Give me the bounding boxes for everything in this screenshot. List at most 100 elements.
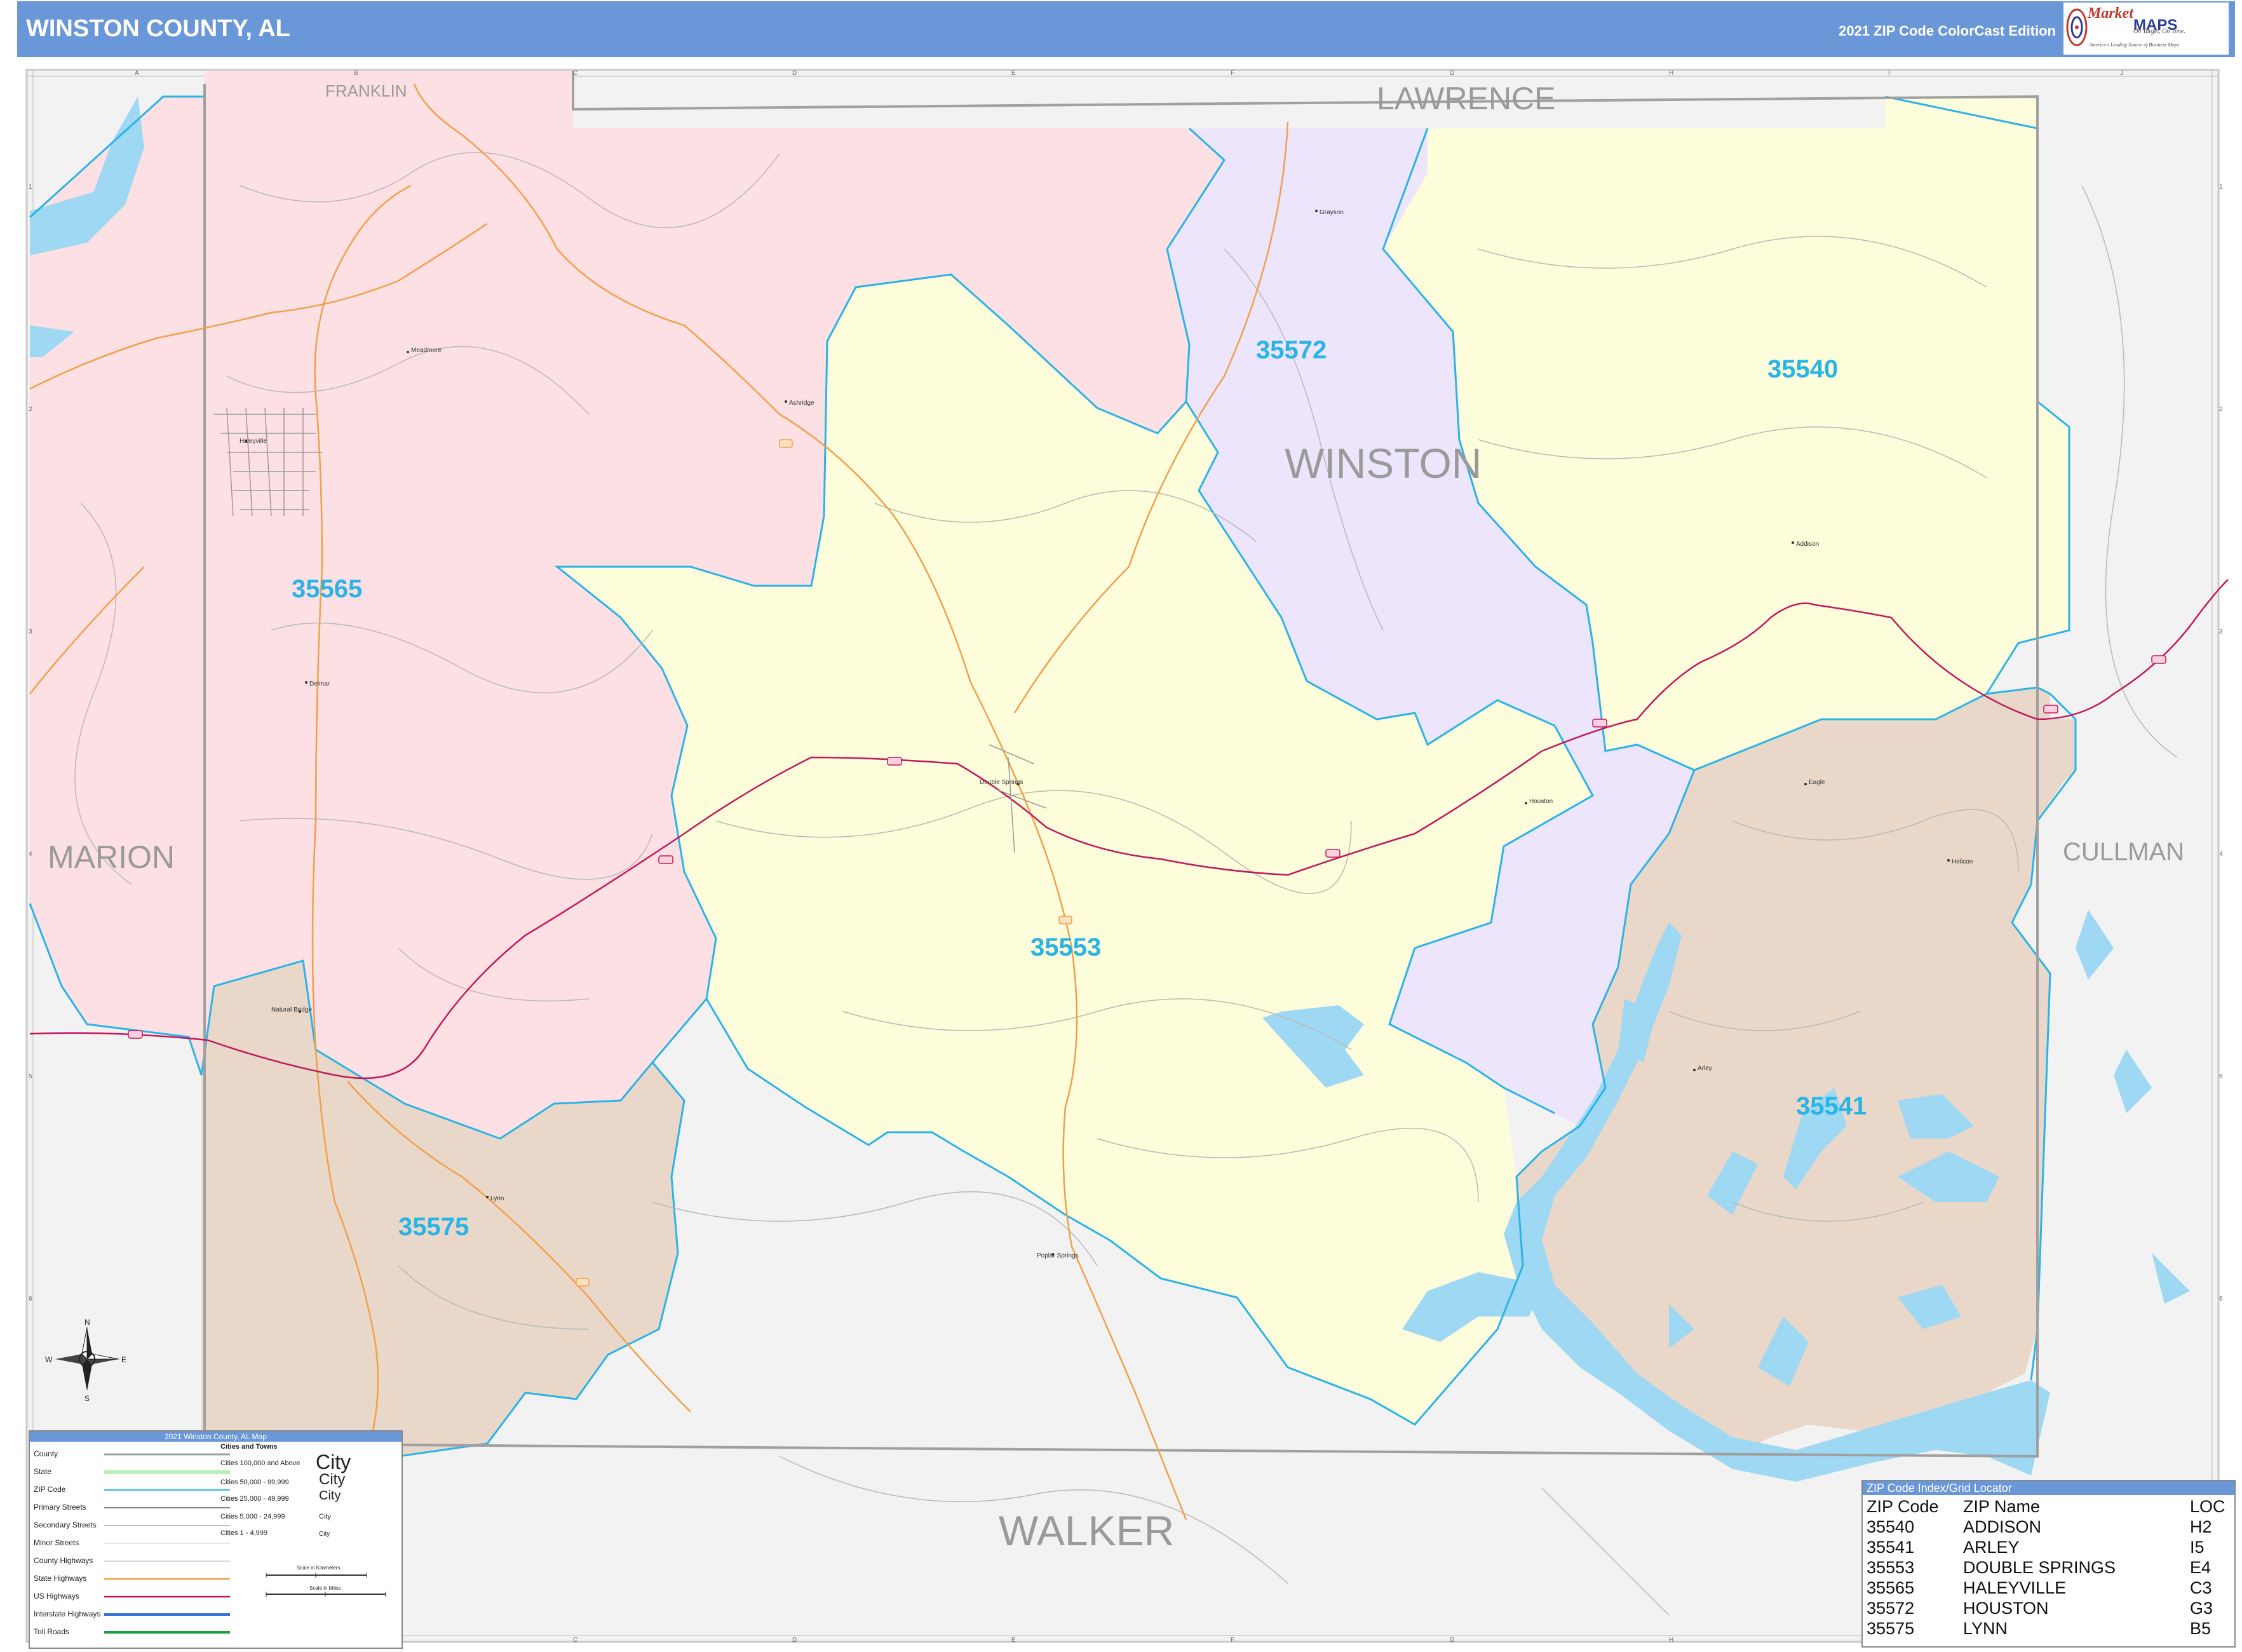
- zip-index-title: ZIP Code Index/Grid Locator: [1863, 1481, 2234, 1495]
- grid-row-left: 2: [29, 406, 32, 413]
- zip-name-cell: DOUBLE SPRINGS: [1963, 1558, 2116, 1577]
- edition-label: 2021 ZIP Code ColorCast Edition: [1839, 23, 2056, 39]
- legend-line-samples: [104, 1453, 230, 1634]
- zip-label-35541: 35541: [1796, 1092, 1867, 1120]
- legend-title: 2021 Winston County, AL Map: [30, 1432, 402, 1442]
- zip-code-cell: 35572: [1867, 1599, 1915, 1618]
- zip-name-cell: ARLEY: [1963, 1538, 2020, 1557]
- grid-col-top: H: [1669, 70, 1673, 77]
- place-addison: Addison: [1796, 541, 1819, 548]
- grid-col-bottom: F: [1231, 1637, 1234, 1644]
- county-label-winston: WINSTON: [1285, 440, 1482, 487]
- grid-row-left: 5: [29, 1073, 32, 1080]
- legend-city-sample: City: [319, 1531, 330, 1538]
- legend-city-tier: Cities 50,000 - 99,999: [220, 1479, 289, 1486]
- legend-item: ZIP Code: [34, 1485, 66, 1494]
- zip-label-35575: 35575: [398, 1213, 469, 1241]
- zip-index-row: 35575 LYNN B5: [1867, 1618, 2228, 1639]
- grid-row-right: 3: [2219, 628, 2223, 635]
- map-area[interactable]: A B C D E F G H I J A B C D E F G H I J …: [17, 58, 2235, 1652]
- zip-code-cell: 35540: [1867, 1517, 1915, 1536]
- zip-index-header: LOC: [2190, 1497, 2225, 1516]
- logo-slogan: On Target, On Time.: [2133, 28, 2185, 35]
- grid-row-left: 3: [29, 628, 32, 635]
- zip-code-index: ZIP Code Index/Grid Locator ZIP Code ZIP…: [1861, 1480, 2236, 1648]
- header-bar: WINSTON COUNTY, AL 2021 ZIP Code ColorCa…: [17, 1, 2235, 57]
- compass-w: W: [45, 1355, 53, 1364]
- zip-name-cell: ADDISON: [1963, 1517, 2042, 1536]
- zip-code-cell: 35575: [1867, 1619, 1915, 1638]
- grid-col-top: J: [2120, 70, 2123, 77]
- grid-row-right: 5: [2219, 1073, 2223, 1080]
- zip-index-header: ZIP Code: [1867, 1497, 1939, 1516]
- zip-code-cell: 35565: [1867, 1578, 1915, 1597]
- legend-scale-km: Scale in Kilometers: [297, 1565, 341, 1571]
- legend-item: County Highways: [34, 1556, 93, 1565]
- place-houston: Houston: [1529, 798, 1553, 805]
- grid-col-top: A: [135, 70, 139, 77]
- compass-e: E: [121, 1355, 126, 1364]
- place-meadmore: Meadmore: [411, 347, 442, 354]
- county-label-cullman: CULLMAN: [2063, 838, 2184, 866]
- place-helicon: Helicon: [1952, 858, 1973, 865]
- legend-city-tier: Cities 5,000 - 24,999: [220, 1513, 285, 1520]
- county-label-marion: MARION: [48, 839, 175, 875]
- grid-col-bottom: H: [1669, 1637, 1673, 1644]
- zip-loc-cell: B5: [2190, 1619, 2212, 1638]
- grid-col-top: G: [1450, 70, 1455, 77]
- zip-loc-cell: I5: [2190, 1538, 2205, 1557]
- compass-s: S: [84, 1394, 90, 1403]
- zip-index-table: ZIP Code ZIP Name LOC 35540 ADDISON H2 3…: [1867, 1496, 2228, 1639]
- county-map[interactable]: A B C D E F G H I J A B C D E F G H I J …: [17, 58, 2235, 1652]
- legend-city-tier: Cities 25,000 - 49,999: [220, 1495, 289, 1503]
- zip-name-cell: HALEYVILLE: [1963, 1578, 2067, 1597]
- legend-item: State Highways: [34, 1574, 87, 1583]
- logo-brand-text: Market: [2088, 5, 2133, 22]
- grid-col-bottom: G: [1450, 1637, 1455, 1644]
- zip-loc-cell: H2: [2190, 1517, 2212, 1536]
- zip-name-cell: LYNN: [1963, 1619, 2008, 1638]
- zip-loc-cell: E4: [2190, 1558, 2212, 1577]
- grid-row-right: 4: [2219, 851, 2223, 858]
- grid-col-top: B: [354, 70, 358, 77]
- grid-row-right: 2: [2219, 406, 2223, 413]
- zip-name-cell: HOUSTON: [1963, 1599, 2049, 1618]
- zip-index-header: ZIP Name: [1963, 1497, 2041, 1516]
- grid-col-top: D: [792, 70, 797, 77]
- zip-code-cell: 35553: [1867, 1558, 1915, 1577]
- grid-col-bottom: E: [1011, 1637, 1016, 1644]
- place-lynn: Lynn: [490, 1195, 504, 1202]
- grid-col-top: F: [1231, 70, 1234, 77]
- legend-item: Toll Roads: [34, 1627, 70, 1636]
- zip-loc-cell: C3: [2190, 1578, 2212, 1597]
- legend-city-sample: City: [319, 1489, 341, 1503]
- legend-item: Secondary Streets: [34, 1520, 97, 1529]
- legend-cities-heading: Cities and Towns: [220, 1443, 278, 1451]
- place-haleyville: Haleyville: [240, 438, 267, 445]
- grid-col-top: I: [1888, 70, 1890, 77]
- target-logo-icon: [2066, 8, 2088, 46]
- legend-item: US Highways: [34, 1592, 80, 1601]
- legend-city-tier: Cities 100,000 and Above: [220, 1459, 301, 1467]
- zip-index-row: 35541 ARLEY I5: [1867, 1537, 2228, 1557]
- zip-code-cell: 35541: [1867, 1538, 1915, 1557]
- place-poplar-springs: Poplar Springs: [1037, 1252, 1079, 1259]
- compass-n: N: [84, 1318, 90, 1327]
- legend-item: Interstate Highways: [34, 1609, 101, 1618]
- county-label-walker: WALKER: [999, 1507, 1174, 1554]
- grid-col-bottom: C: [573, 1637, 577, 1644]
- place-delmar: Delmar: [309, 680, 330, 687]
- map-title: WINSTON COUNTY, AL: [26, 15, 290, 42]
- zip-index-row: 35565 HALEYVILLE C3: [1867, 1578, 2228, 1598]
- grid-col-bottom: D: [792, 1637, 797, 1644]
- zip-label-35553: 35553: [1030, 933, 1101, 961]
- place-ashridge: Ashridge: [789, 400, 814, 407]
- place-arley: Arley: [1698, 1065, 1712, 1072]
- grid-row-right: 6: [2219, 1296, 2223, 1303]
- legend-city-sample: City: [319, 1513, 331, 1520]
- grid-row-left: 4: [29, 851, 32, 858]
- zip-index-row: 35540 ADDISON H2: [1867, 1517, 2228, 1537]
- zip-loc-cell: G3: [2190, 1599, 2213, 1618]
- zip-index-header-row: ZIP Code ZIP Name LOC: [1867, 1496, 2228, 1517]
- grid-col-top: E: [1011, 70, 1016, 77]
